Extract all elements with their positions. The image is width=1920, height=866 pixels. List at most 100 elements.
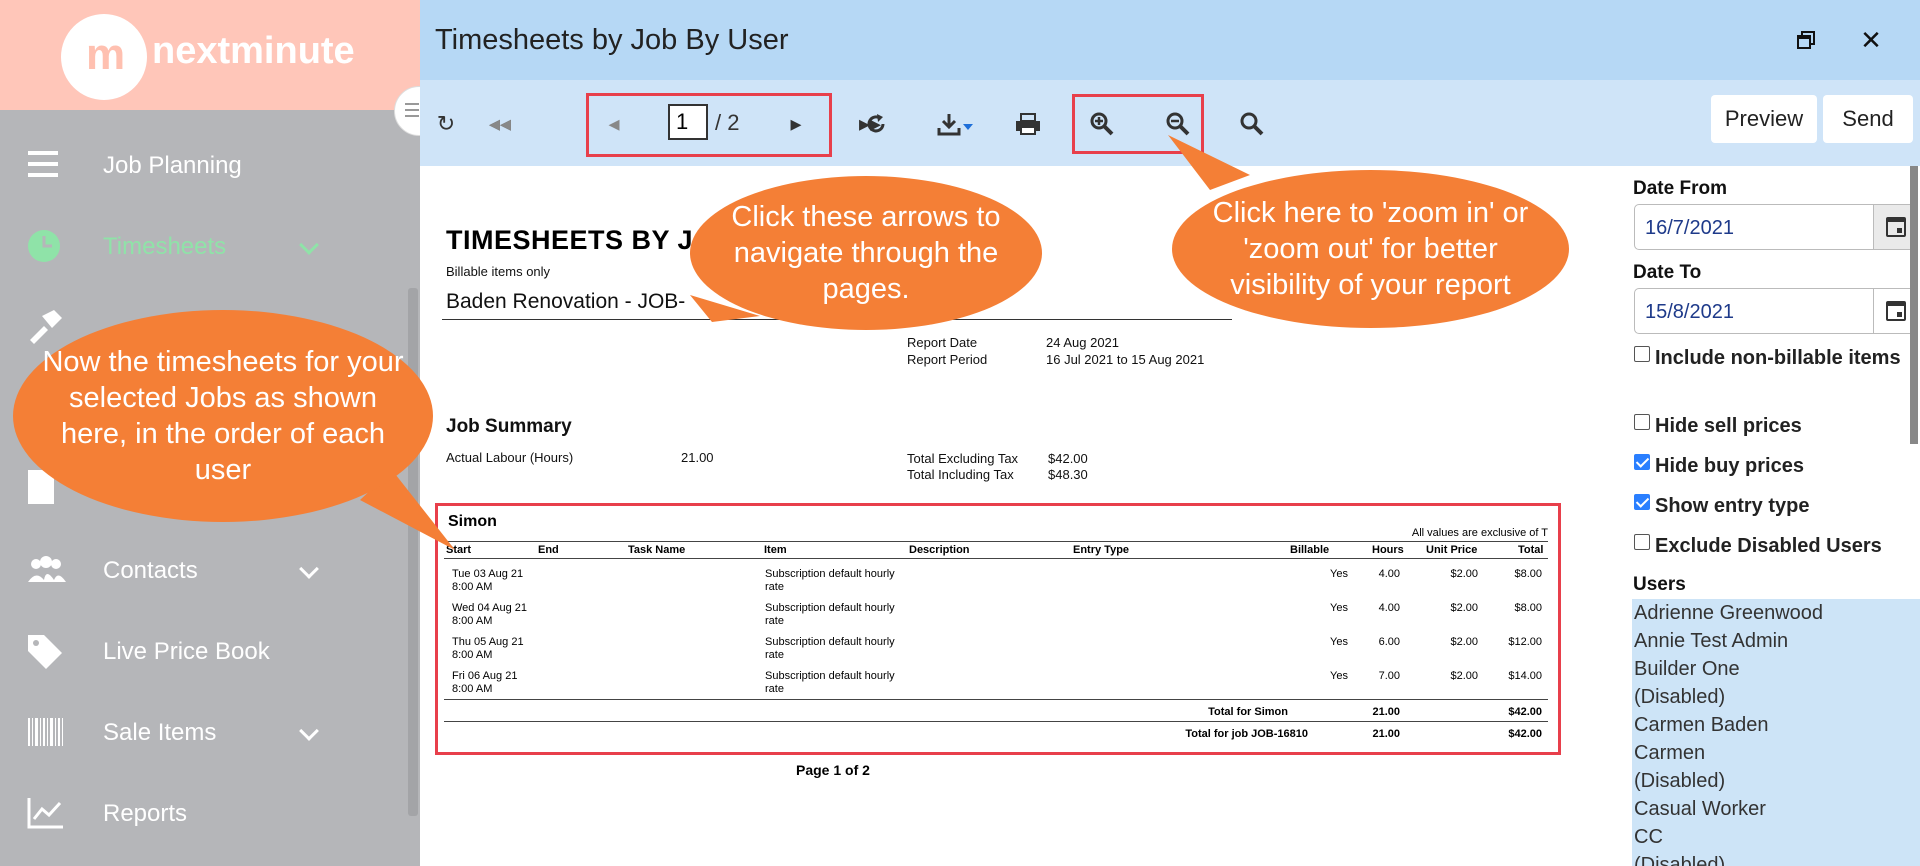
list-item[interactable]: (Disabled): [1632, 683, 1920, 711]
refresh-report-button[interactable]: ↻: [428, 108, 464, 140]
exclude-disabled-checkbox[interactable]: [1634, 534, 1650, 550]
sidebar-item-label: Live Price Book: [103, 638, 270, 665]
next-page-button[interactable]: ▸: [778, 108, 814, 140]
calendar-icon: [1886, 217, 1906, 237]
list-item[interactable]: Builder One: [1632, 655, 1920, 683]
unit-price: $2.00: [1450, 636, 1478, 648]
list-item[interactable]: Annie Test Admin: [1632, 627, 1920, 655]
download-icon: [937, 114, 973, 136]
sidebar-item-live-price-book[interactable]: Live Price Book: [0, 621, 400, 681]
users-listbox[interactable]: Adrienne Greenwood Annie Test Admin Buil…: [1632, 599, 1920, 866]
print-button[interactable]: [1010, 108, 1046, 140]
list-item[interactable]: (Disabled): [1632, 767, 1920, 795]
tax-note: All values are exclusive of T: [1411, 527, 1548, 539]
divider: [444, 541, 1548, 542]
report-period-value: 16 Jul 2021 to 15 Aug 2021: [1046, 352, 1205, 367]
start-date: Fri 06 Aug 21: [452, 670, 518, 682]
date-to-label: Date To: [1633, 262, 1702, 283]
job-total-amount: $42.00: [1508, 728, 1542, 740]
actual-labour-value: 21.00: [681, 450, 714, 465]
sidebar-item-timesheets[interactable]: Timesheets: [0, 216, 400, 276]
page-number-input[interactable]: 1: [668, 104, 708, 140]
item-name-cont: rate: [765, 581, 784, 593]
item-name: Subscription default hourly: [765, 670, 895, 682]
column-header: Unit Price: [1426, 544, 1478, 556]
list-item[interactable]: CC: [1632, 823, 1920, 851]
sidebar-item-reports[interactable]: Reports: [0, 783, 400, 843]
page-total: / 2: [715, 110, 740, 135]
callout-zoom: Click here to 'zoom in' or 'zoom out' fo…: [1172, 170, 1569, 328]
list-item[interactable]: Carmen: [1632, 739, 1920, 767]
date-from-value: 16/7/2021: [1645, 217, 1734, 239]
item-name-cont: rate: [765, 615, 784, 627]
hide-sell-checkbox[interactable]: [1634, 414, 1650, 430]
user-timesheet-block: Simon All values are exclusive of T Star…: [435, 503, 1561, 755]
start-date: Thu 05 Aug 21: [452, 636, 524, 648]
restore-window-button[interactable]: [1788, 22, 1824, 58]
search-report-button[interactable]: [1234, 108, 1270, 140]
show-entry-type-label: Show entry type: [1655, 495, 1810, 517]
window-titlebar: Timesheets by Job By User ✕: [420, 0, 1920, 80]
billable: Yes: [1330, 636, 1348, 648]
prev-page-button[interactable]: ◂: [596, 108, 632, 140]
date-to-field[interactable]: 15/8/2021: [1634, 288, 1918, 334]
zoom-out-button[interactable]: [1160, 108, 1196, 140]
sidebar-item-job-planning[interactable]: Job Planning: [0, 135, 400, 195]
divider: [444, 721, 1548, 722]
report-date-value: 24 Aug 2021: [1046, 335, 1120, 350]
refresh-icon: ↻: [436, 111, 456, 136]
include-non-billable-checkbox[interactable]: [1634, 346, 1650, 362]
date-from-label: Date From: [1633, 178, 1727, 199]
column-header: Task Name: [628, 544, 686, 556]
zoom-in-button[interactable]: [1084, 108, 1120, 140]
show-entry-type-option[interactable]: Show entry type: [1634, 493, 1914, 520]
zoom-in-icon: [1090, 112, 1114, 136]
chevron-down-icon: [299, 235, 319, 255]
unit-price: $2.00: [1450, 602, 1478, 614]
list-item[interactable]: Casual Worker: [1632, 795, 1920, 823]
page-footer: Page 1 of 2: [796, 762, 870, 778]
search-icon: [1240, 112, 1264, 136]
sidebar-item-sale-items[interactable]: Sale Items: [0, 702, 400, 762]
hide-buy-checkbox[interactable]: [1634, 454, 1650, 470]
preview-button[interactable]: Preview: [1711, 95, 1817, 143]
export-button[interactable]: [934, 108, 980, 140]
sidebar-item-label: Contacts: [103, 557, 198, 584]
item-name-cont: rate: [765, 649, 784, 661]
first-page-nav-button[interactable]: ◂◂: [482, 108, 518, 140]
exclude-disabled-option[interactable]: Exclude Disabled Users: [1634, 533, 1914, 560]
start-time: 8:00 AM: [452, 615, 493, 627]
list-item[interactable]: Adrienne Greenwood: [1632, 599, 1920, 627]
hours: 4.00: [1378, 602, 1400, 614]
column-header: End: [538, 544, 559, 556]
user-total-hours: 21.00: [1372, 706, 1400, 718]
hide-buy-option[interactable]: Hide buy prices: [1634, 453, 1914, 480]
hide-buy-label: Hide buy prices: [1655, 455, 1804, 477]
report-window: Timesheets by Job By User ✕ ◂◂ ↻ ◂◂ ◂ 1 …: [420, 0, 1920, 866]
report-subtitle: Billable items only: [446, 264, 551, 279]
send-button[interactable]: Send: [1823, 95, 1913, 143]
column-header: Item: [764, 544, 787, 556]
hide-sell-option[interactable]: Hide sell prices: [1634, 413, 1914, 440]
hours: 4.00: [1378, 568, 1400, 580]
filter-scrollbar[interactable]: [1910, 166, 1918, 444]
actual-labour-label: Actual Labour (Hours): [446, 450, 574, 465]
window-title: Timesheets by Job By User: [435, 24, 789, 56]
include-non-billable-option[interactable]: Include non-billable items: [1634, 345, 1914, 372]
list-item[interactable]: (Disabled): [1632, 851, 1920, 866]
divider: [444, 699, 1548, 700]
column-header: Start: [446, 544, 472, 556]
start-date: Wed 04 Aug 21: [452, 602, 528, 614]
sidebar-item-contacts[interactable]: Contacts: [0, 540, 400, 600]
sidebar-item-label: Sale Items: [103, 719, 217, 746]
last-page-button[interactable]: ▸▸: [852, 108, 888, 140]
zoom-out-icon: [1166, 112, 1190, 136]
calendar-icon: [1886, 301, 1906, 321]
divider: [444, 558, 1548, 559]
column-header: Entry Type: [1073, 544, 1130, 556]
date-to-value: 15/8/2021: [1645, 301, 1734, 323]
date-from-field[interactable]: 16/7/2021: [1634, 204, 1918, 250]
close-window-button[interactable]: ✕: [1853, 22, 1889, 58]
show-entry-type-checkbox[interactable]: [1634, 494, 1650, 510]
list-item[interactable]: Carmen Baden: [1632, 711, 1920, 739]
